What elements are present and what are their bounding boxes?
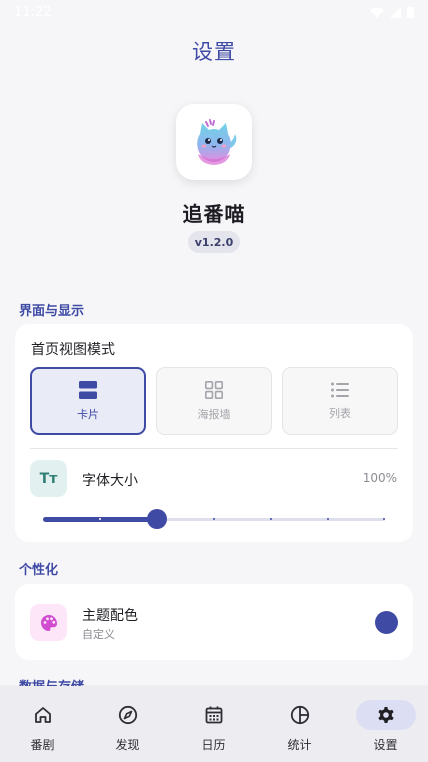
gear-icon	[377, 707, 394, 723]
theme-color-swatch[interactable]	[375, 611, 398, 634]
slider-tick	[99, 518, 101, 520]
nav-icon-wrap	[355, 700, 416, 730]
calendar-icon	[205, 706, 222, 724]
font-size-label: 字体大小	[82, 473, 138, 489]
status-icons	[370, 6, 414, 18]
font-size-icon: Tт	[30, 460, 67, 497]
view-option-label: 卡片	[77, 407, 99, 421]
palette-icon-box	[30, 604, 67, 641]
view-mode-selector: 卡片 海报墙 列表	[30, 367, 398, 436]
page-title: 设置	[192, 40, 236, 64]
battery-icon	[407, 7, 414, 18]
slider-tick	[327, 518, 329, 520]
section-title-display: 界面与显示	[19, 304, 85, 319]
display-settings-card: 首页视图模式 卡片 海报墙 列表 Tт 字体大小 100%	[15, 324, 413, 542]
slider-tick	[213, 518, 215, 520]
status-time: 11:22	[14, 4, 52, 20]
nav-item-calendar[interactable]: 日历	[171, 686, 256, 762]
nav-icon-wrap	[98, 700, 158, 730]
nav-label: 日历	[201, 738, 226, 752]
theme-color-sublabel: 自定义	[82, 628, 115, 641]
view-option-label: 列表	[329, 406, 351, 420]
divider	[30, 448, 398, 449]
cat-mascot-icon	[197, 119, 237, 165]
pie-chart-icon	[290, 705, 309, 725]
version-badge: v1.2.0	[188, 231, 240, 253]
nav-icon-wrap	[270, 700, 330, 730]
list-view-icon	[331, 382, 349, 397]
nav-label: 番剧	[30, 738, 55, 752]
theme-card[interactable]: 主题配色 自定义	[15, 584, 413, 660]
slider-tick	[270, 518, 272, 520]
compass-icon	[118, 705, 137, 725]
card-view-icon	[79, 380, 97, 399]
view-option-list[interactable]: 列表	[282, 367, 398, 435]
theme-color-label: 主题配色	[82, 608, 138, 624]
app-logo	[176, 104, 252, 180]
nav-label: 发现	[115, 738, 140, 752]
app-name: 追番喵	[182, 202, 246, 226]
bottom-navigation: 番剧 发现 日历 统计 设置	[0, 686, 428, 762]
nav-icon-wrap	[184, 700, 244, 730]
signal-icon	[390, 6, 401, 18]
nav-item-anime[interactable]: 番剧	[0, 686, 85, 762]
slider-thumb[interactable]	[146, 509, 167, 529]
nav-label: 设置	[373, 738, 398, 752]
nav-item-stats[interactable]: 统计	[257, 686, 342, 762]
view-option-poster-wall[interactable]: 海报墙	[156, 367, 272, 435]
grid-view-icon	[205, 380, 223, 399]
home-view-mode-label: 首页视图模式	[31, 342, 115, 358]
nav-item-discover[interactable]: 发现	[85, 686, 170, 762]
view-option-card[interactable]: 卡片	[30, 367, 146, 435]
font-size-value: 100%	[362, 471, 397, 485]
nav-item-settings[interactable]: 设置	[343, 686, 428, 762]
palette-icon	[40, 614, 57, 631]
nav-label: 统计	[287, 738, 312, 752]
font-size-slider[interactable]	[43, 508, 385, 530]
status-bar: 11:22	[0, 0, 428, 24]
wifi-icon	[370, 7, 384, 18]
slider-tick	[383, 518, 385, 520]
home-icon	[34, 707, 51, 723]
view-option-label: 海报墙	[197, 407, 231, 421]
section-title-personal: 个性化	[19, 563, 59, 578]
nav-icon-wrap	[13, 700, 73, 730]
